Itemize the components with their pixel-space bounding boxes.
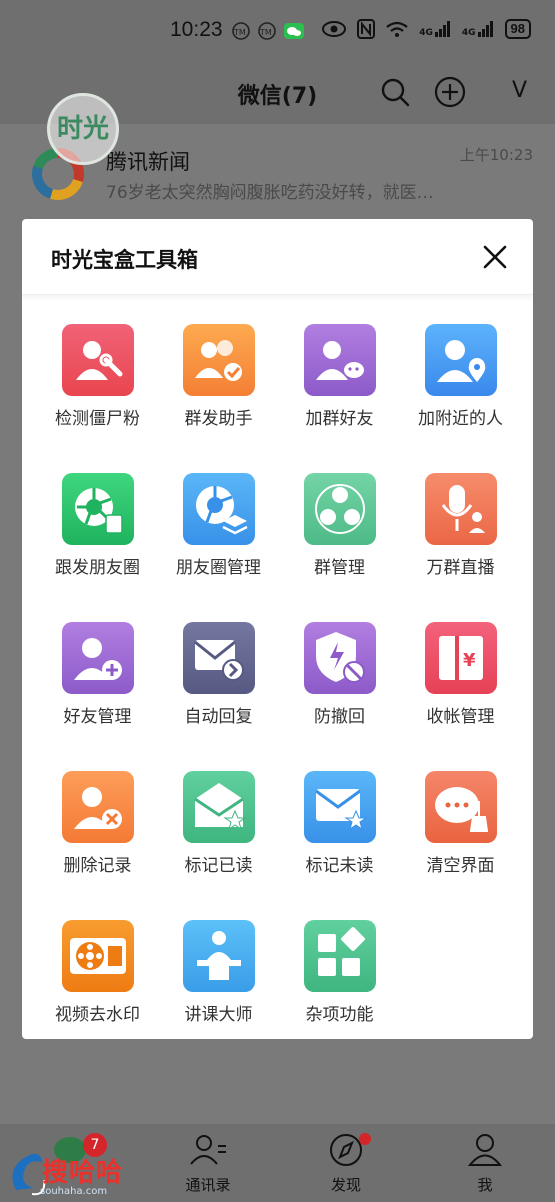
mail-open-star-icon bbox=[182, 771, 255, 843]
header-extra[interactable]: V bbox=[512, 78, 527, 103]
tool-label: 自动回复 bbox=[184, 707, 253, 727]
dialog-title: 时光宝盒工具箱 bbox=[51, 248, 198, 272]
eye-icon bbox=[322, 21, 347, 37]
tool-item[interactable]: 检测僵尸粉 bbox=[37, 307, 158, 456]
status-indicators: 4G 4G 98 bbox=[321, 19, 531, 39]
toolbox-dialog: 时光宝盒工具箱 检测僵尸粉 群发助手 加群好友 加附近的人跟发朋友圈 朋友圈管理 群管理 万… bbox=[22, 219, 533, 1039]
tool-label: 清空界面 bbox=[426, 856, 495, 876]
tool-item[interactable]: 跟发朋友圈 bbox=[37, 456, 158, 605]
contacts-icon bbox=[190, 1135, 226, 1165]
tool-label: 跟发朋友圈 bbox=[55, 558, 140, 578]
notification-icon: TM bbox=[232, 22, 250, 40]
tool-label: 标记已读 bbox=[184, 856, 253, 876]
svg-text:TM: TM bbox=[233, 28, 246, 37]
tool-label: 讲课大师 bbox=[184, 1005, 253, 1025]
tool-label: 杂项功能 bbox=[305, 1005, 374, 1025]
tool-label: 删除记录 bbox=[63, 856, 132, 876]
tool-item[interactable]: 群管理 bbox=[279, 456, 400, 605]
tool-label: 防撤回 bbox=[314, 707, 365, 727]
group-check-icon bbox=[182, 324, 255, 396]
signal-bars-icon bbox=[477, 21, 493, 37]
tool-item[interactable]: 标记未读 bbox=[279, 754, 400, 903]
tool-label: 朋友圈管理 bbox=[176, 558, 261, 578]
user-wrench-icon bbox=[61, 324, 134, 396]
tab-discover[interactable]: 发现 bbox=[296, 1132, 396, 1195]
search-icon[interactable] bbox=[377, 74, 413, 110]
floating-logo[interactable]: 时光 bbox=[47, 93, 119, 165]
tool-item[interactable]: 防撤回 bbox=[279, 605, 400, 754]
tool-item[interactable]: ¥ 收帐管理 bbox=[400, 605, 521, 754]
tab-label: 通讯录 bbox=[185, 1176, 231, 1194]
mail-star-icon bbox=[303, 771, 376, 843]
tool-label: 万群直播 bbox=[426, 558, 495, 578]
dialog-header: 时光宝盒工具箱 bbox=[22, 219, 533, 295]
tool-item[interactable]: 群发助手 bbox=[158, 307, 279, 456]
person-icon bbox=[467, 1134, 503, 1166]
tool-item[interactable]: 讲课大师 bbox=[158, 903, 279, 1039]
tool-label: 检测僵尸粉 bbox=[55, 409, 140, 429]
group-network-icon bbox=[303, 473, 376, 545]
chat-name: 腾讯新闻 bbox=[106, 150, 190, 174]
logo-text: 搜哈哈 bbox=[42, 1158, 124, 1188]
tool-item[interactable]: 标记已读 bbox=[158, 754, 279, 903]
film-reel-icon bbox=[61, 920, 134, 992]
chat-preview: 76岁老太突然胸闷腹胀吃药没好转，就医… bbox=[106, 183, 434, 203]
network-type: 4G bbox=[419, 28, 433, 38]
tool-item[interactable]: 加群好友 bbox=[279, 307, 400, 456]
tool-label: 加群好友 bbox=[305, 409, 374, 429]
signal-icon: 4G bbox=[462, 20, 495, 38]
tab-label: 发现 bbox=[330, 1176, 361, 1194]
tool-item[interactable]: 清空界面 bbox=[400, 754, 521, 903]
tab-label: 我 bbox=[477, 1176, 493, 1194]
tool-label: 标记未读 bbox=[305, 856, 374, 876]
tool-item[interactable]: 视频去水印 bbox=[37, 903, 158, 1039]
tool-item[interactable]: 朋友圈管理 bbox=[158, 456, 279, 605]
network-type: 4G bbox=[461, 28, 476, 38]
tool-label: 好友管理 bbox=[63, 707, 132, 727]
wechat-notification-icon bbox=[284, 23, 304, 39]
signal-icon: 4G bbox=[419, 20, 452, 38]
new-dot bbox=[359, 1133, 371, 1145]
svg-text:TM: TM bbox=[259, 28, 272, 37]
lecturer-icon bbox=[182, 920, 255, 992]
tool-item[interactable]: 加附近的人 bbox=[400, 307, 521, 456]
tool-label: 群管理 bbox=[314, 558, 365, 578]
wifi-icon bbox=[386, 21, 408, 37]
tool-label: 加附近的人 bbox=[418, 409, 503, 429]
moments-doc-icon bbox=[61, 473, 134, 545]
tool-grid: 检测僵尸粉 群发助手 加群好友 加附近的人跟发朋友圈 朋友圈管理 群管理 万群直播好友管理 自… bbox=[37, 307, 521, 1039]
nfc-icon bbox=[357, 19, 376, 39]
microphone-user-icon bbox=[424, 473, 497, 545]
mail-reply-icon bbox=[182, 622, 255, 694]
tool-item[interactable]: 万群直播 bbox=[400, 456, 521, 605]
tool-label: 视频去水印 bbox=[55, 1005, 140, 1025]
tool-item[interactable]: 好友管理 bbox=[37, 605, 158, 754]
apps-grid-icon bbox=[303, 920, 376, 992]
status-bar: 10:23 TM TM 4G 4G 98 bbox=[0, 0, 555, 62]
users-chat-icon bbox=[303, 324, 376, 396]
tab-contacts[interactable]: 通讯录 bbox=[158, 1132, 258, 1195]
user-location-icon bbox=[424, 324, 497, 396]
add-icon[interactable] bbox=[432, 74, 468, 110]
tool-label: 群发助手 bbox=[184, 409, 253, 429]
wallet-yen-icon: ¥ bbox=[424, 622, 497, 694]
tool-item[interactable]: 删除记录 bbox=[37, 754, 158, 903]
shield-block-icon bbox=[303, 622, 376, 694]
status-time: 10:23 bbox=[170, 18, 223, 41]
moments-layers-icon bbox=[182, 473, 255, 545]
user-add-icon bbox=[61, 622, 134, 694]
chat-time: 上午10:23 bbox=[459, 146, 533, 164]
user-delete-icon bbox=[61, 771, 134, 843]
tab-me[interactable]: 我 bbox=[435, 1132, 535, 1195]
tool-item[interactable]: 杂项功能 bbox=[279, 903, 400, 1039]
notification-icon: TM bbox=[258, 22, 276, 40]
logo-subtext: souhaha.com bbox=[40, 1186, 108, 1197]
chat-broom-icon bbox=[424, 771, 497, 843]
signal-bars-icon bbox=[434, 21, 450, 37]
tool-item[interactable]: 自动回复 bbox=[158, 605, 279, 754]
tool-label: 收帐管理 bbox=[426, 707, 495, 727]
close-icon[interactable] bbox=[477, 239, 513, 275]
svg-text:¥: ¥ bbox=[463, 650, 476, 671]
battery-icon: 98 bbox=[504, 19, 531, 39]
